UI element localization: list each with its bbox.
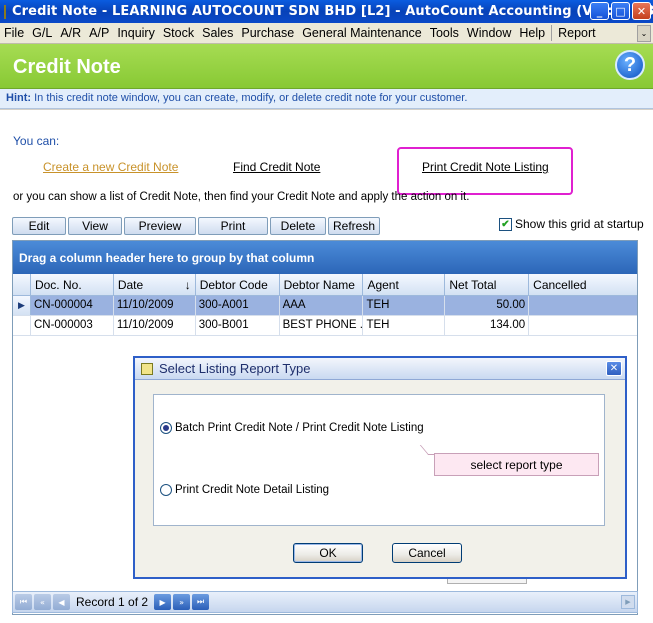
cell-net-total: 134.00 bbox=[445, 316, 530, 335]
scroll-right-icon[interactable]: ▶ bbox=[621, 595, 635, 609]
menu-file[interactable]: File bbox=[0, 26, 28, 40]
window-controls: _ □ ✕ bbox=[590, 2, 651, 20]
column-net-total[interactable]: Net Total bbox=[445, 274, 530, 295]
menu-tools[interactable]: Tools bbox=[426, 26, 463, 40]
option-detail-listing[interactable]: Print Credit Note Detail Listing bbox=[160, 484, 329, 496]
minimize-button[interactable]: _ bbox=[590, 2, 609, 20]
report-type-panel: Batch Print Credit Note / Print Credit N… bbox=[153, 394, 605, 526]
preview-button[interactable]: Preview bbox=[124, 217, 196, 235]
record-position: Record 1 of 2 bbox=[76, 595, 149, 609]
print-button[interactable]: Print bbox=[198, 217, 268, 235]
cell-agent: TEH bbox=[363, 316, 446, 335]
menu-help[interactable]: Help bbox=[515, 26, 549, 40]
cell-debtor-code: 300-B001 bbox=[196, 316, 280, 335]
grid-header: Doc. No. Date ↓ Debtor Code Debtor Name … bbox=[13, 274, 637, 296]
table-row[interactable]: CN-000003 11/10/2009 300-B001 BEST PHONE… bbox=[13, 316, 637, 336]
cancel-button[interactable]: Cancel bbox=[392, 543, 462, 563]
menu-gl[interactable]: G/L bbox=[28, 26, 56, 40]
menu-separator bbox=[551, 25, 553, 41]
instruction-text: or you can show a list of Credit Note, t… bbox=[13, 191, 470, 203]
prev-record-icon[interactable]: ◀ bbox=[53, 594, 70, 610]
menu-overflow-icon[interactable]: ⌄ bbox=[637, 25, 651, 42]
dialog-icon bbox=[141, 362, 153, 375]
cell-debtor-code: 300-A001 bbox=[196, 296, 280, 315]
menu-purchase[interactable]: Purchase bbox=[237, 26, 298, 40]
menu-stock[interactable]: Stock bbox=[159, 26, 198, 40]
cell-date: 11/10/2009 bbox=[114, 316, 196, 335]
table-row[interactable]: ▶ CN-000004 11/10/2009 300-A001 AAA TEH … bbox=[13, 296, 637, 316]
hint-text: In this credit note window, you can crea… bbox=[34, 92, 468, 104]
radio-selected-dot bbox=[163, 425, 169, 431]
sort-desc-icon: ↓ bbox=[184, 277, 191, 292]
cell-cancelled bbox=[529, 316, 637, 335]
view-button[interactable]: View bbox=[68, 217, 122, 235]
cell-doc-no: CN-000004 bbox=[31, 296, 114, 315]
app-icon bbox=[4, 4, 6, 19]
cell-cancelled bbox=[529, 296, 637, 315]
hint-label: Hint: bbox=[6, 92, 32, 104]
option-batch-print-label: Batch Print Credit Note / Print Credit N… bbox=[175, 422, 424, 434]
show-grid-option[interactable]: ✔ Show this grid at startup bbox=[499, 217, 644, 231]
grid-toolbar: Edit View Preview Print Delete Refresh bbox=[12, 217, 380, 235]
dialog-close-button[interactable]: ✕ bbox=[606, 361, 622, 376]
close-button[interactable]: ✕ bbox=[632, 2, 651, 20]
next-page-icon[interactable]: » bbox=[173, 594, 191, 610]
help-icon[interactable]: ? bbox=[615, 50, 645, 80]
find-credit-note-link[interactable]: Find Credit Note bbox=[233, 160, 320, 174]
row-selector bbox=[13, 316, 31, 335]
select-report-dialog: Select Listing Report Type ✕ Batch Print… bbox=[133, 356, 627, 579]
column-doc-no[interactable]: Doc. No. bbox=[31, 274, 114, 295]
delete-button[interactable]: Delete bbox=[270, 217, 326, 235]
menu-general-maintenance[interactable]: General Maintenance bbox=[298, 26, 426, 40]
cell-date: 11/10/2009 bbox=[114, 296, 196, 315]
menu-bar: File G/L A/R A/P Inquiry Stock Sales Pur… bbox=[0, 23, 653, 44]
option-detail-listing-label: Print Credit Note Detail Listing bbox=[175, 484, 330, 496]
column-cancelled[interactable]: Cancelled bbox=[529, 274, 637, 295]
hint-bar: Hint: In this credit note window, you ca… bbox=[0, 89, 653, 109]
menu-inquiry[interactable]: Inquiry bbox=[113, 26, 159, 40]
show-grid-checkbox[interactable]: ✔ bbox=[499, 217, 512, 231]
last-record-icon[interactable]: ⏭ bbox=[192, 594, 210, 610]
record-navigator: ⏮ « ◀ Record 1 of 2 ▶ » ⏭ ▶ bbox=[12, 591, 638, 613]
column-debtor-name[interactable]: Debtor Name bbox=[280, 274, 364, 295]
cell-debtor-name: BEST PHONE ... bbox=[280, 316, 364, 335]
dialog-title-bar: Select Listing Report Type ✕ bbox=[135, 358, 625, 380]
radio-batch-print[interactable] bbox=[160, 422, 172, 434]
edit-button[interactable]: Edit bbox=[12, 217, 66, 235]
maximize-button[interactable]: □ bbox=[611, 2, 630, 20]
column-date[interactable]: Date ↓ bbox=[114, 274, 196, 295]
radio-detail-listing[interactable] bbox=[160, 484, 172, 496]
page-header: Credit Note ? bbox=[0, 44, 653, 89]
menu-window[interactable]: Window bbox=[463, 26, 515, 40]
cell-agent: TEH bbox=[363, 296, 446, 315]
column-debtor-code[interactable]: Debtor Code bbox=[196, 274, 280, 295]
menu-sales[interactable]: Sales bbox=[198, 26, 237, 40]
highlight-annotation bbox=[397, 147, 573, 195]
prev-page-icon[interactable]: « bbox=[34, 594, 51, 610]
dialog-title: Select Listing Report Type bbox=[159, 361, 311, 376]
page-title: Credit Note bbox=[13, 56, 121, 78]
you-can-label: You can: bbox=[13, 134, 60, 148]
cell-net-total: 50.00 bbox=[445, 296, 530, 315]
option-batch-print[interactable]: Batch Print Credit Note / Print Credit N… bbox=[160, 422, 424, 434]
column-agent[interactable]: Agent bbox=[363, 274, 446, 295]
menu-ap[interactable]: A/P bbox=[85, 26, 113, 40]
callout-note: select report type bbox=[434, 453, 599, 476]
title-bar: Credit Note - LEARNING AUTOCOUNT SDN BHD… bbox=[0, 0, 653, 23]
row-selector-header bbox=[13, 274, 31, 295]
create-credit-note-link[interactable]: Create a new Credit Note bbox=[43, 160, 178, 174]
cell-doc-no: CN-000003 bbox=[31, 316, 114, 335]
menu-ar[interactable]: A/R bbox=[56, 26, 85, 40]
show-grid-label: Show this grid at startup bbox=[515, 217, 644, 231]
row-pointer-icon: ▶ bbox=[13, 296, 31, 315]
next-record-icon[interactable]: ▶ bbox=[154, 594, 172, 610]
cell-debtor-name: AAA bbox=[280, 296, 364, 315]
refresh-button[interactable]: Refresh bbox=[328, 217, 380, 235]
window-title: Credit Note - LEARNING AUTOCOUNT SDN BHD… bbox=[12, 4, 653, 19]
group-by-panel[interactable]: Drag a column header here to group by th… bbox=[13, 241, 637, 274]
ok-button[interactable]: OK bbox=[293, 543, 363, 563]
column-date-label: Date bbox=[117, 277, 144, 292]
first-record-icon[interactable]: ⏮ bbox=[15, 594, 32, 610]
menu-report[interactable]: Report bbox=[554, 26, 600, 40]
